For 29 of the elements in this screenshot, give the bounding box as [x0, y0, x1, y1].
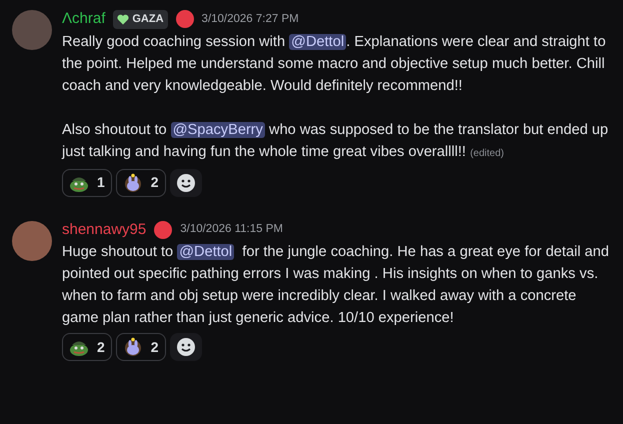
mention-link[interactable]: @Dettol	[177, 244, 234, 260]
add-reaction-button[interactable]	[170, 333, 202, 361]
mention-link[interactable]: @Dettol	[289, 34, 346, 50]
timestamp: 3/10/2026 7:27 PM	[202, 12, 299, 27]
reaction-button[interactable]: 2	[116, 333, 166, 361]
edited-label: (edited)	[470, 148, 504, 158]
smiley-icon	[176, 337, 196, 357]
frog-soldier-icon	[70, 177, 88, 192]
mention-link[interactable]: @SpacyBerry	[170, 122, 265, 138]
message-text: Huge shoutout to @Dettol for the jungle coaching. He has a great eye for detail and pointed out specific pathing errors I was making . His insights on when to ganks vs. when to farm and obj setup were incredibly clear. I walked away with a concrete game plan rather than just generic advice. 10/10 experience!	[62, 243, 609, 328]
timestamp: 3/10/2026 11:15 PM	[180, 222, 283, 238]
bunny-icon	[124, 173, 141, 192]
reaction-button[interactable]: 2	[116, 168, 166, 196]
username[interactable]: Λchraf	[62, 8, 106, 30]
bunny-icon	[124, 338, 141, 356]
message-text: Really good coaching session with @Dettol. Explanations were clear and straight to the point. Helped me understand some macro and objective setup much better. Chill coach and very knowledgeable. Would definitely recommend!!	[62, 32, 607, 96]
message-text: Also shoutout to @SpacyBerry who was supposed to be the translator but ended up just talking and having fun the whole time great vibes overallll!! (edited)	[62, 120, 609, 162]
add-reaction-button[interactable]	[170, 168, 202, 196]
heart-icon	[118, 14, 129, 24]
username[interactable]: shennawy95	[62, 218, 146, 241]
tag-label: GAZA	[132, 12, 164, 27]
avatar-image	[12, 10, 52, 50]
frog-soldier-icon	[70, 342, 88, 356]
smiley-icon	[176, 172, 196, 192]
role-icon	[154, 220, 172, 239]
reaction-button[interactable]: 1	[62, 168, 112, 196]
avatar-image	[12, 220, 52, 260]
reaction-button[interactable]: 2	[62, 333, 112, 361]
role-icon	[176, 10, 194, 28]
